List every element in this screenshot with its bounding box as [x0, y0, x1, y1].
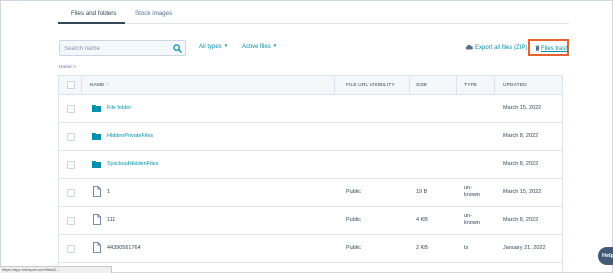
row-checkbox[interactable]: [67, 217, 75, 225]
help-widget-button[interactable]: Help: [598, 247, 613, 265]
all-types-label: All types: [199, 44, 222, 50]
column-divider: [409, 76, 410, 95]
chevron-down-icon: ▼: [223, 43, 229, 48]
export-label: Export all files (ZIP): [475, 45, 528, 51]
column-header-visibility[interactable]: FILE URL VISIBILITY: [346, 83, 395, 88]
column-header-size[interactable]: SIZE: [416, 83, 427, 88]
row-checkbox[interactable]: [67, 105, 75, 113]
active-files-label: Active files: [242, 44, 271, 50]
file-name-link[interactable]: HiddenPrivateFiles: [107, 133, 153, 139]
export-all-files-button[interactable]: Export all files (ZIP): [465, 43, 527, 51]
chevron-down-icon: ▼: [272, 43, 278, 48]
table-header: NAME ↑ FILE URL VISIBILITY SIZE TYPE UPD…: [59, 76, 562, 95]
type-cell: un-known: [464, 213, 480, 226]
type-cell: un-known: [464, 185, 480, 198]
active-files-dropdown[interactable]: Active files ▼: [242, 43, 278, 50]
sort-ascending-icon: ↑: [106, 83, 109, 88]
table-row[interactable]: SyscloudHiddenFiles March 8, 2022: [59, 151, 562, 179]
row-checkbox[interactable]: [67, 161, 75, 169]
type-cell: ts: [464, 245, 469, 251]
column-header-type[interactable]: TYPE: [464, 83, 477, 88]
row-checkbox[interactable]: [67, 245, 75, 253]
table-row[interactable]: 44390561764 Public 2 KB ts January 21, 2…: [59, 235, 562, 263]
file-icon: [93, 186, 101, 197]
browser-status-url: https://app.hubspot.com/files/2...: [0, 266, 112, 273]
updated-cell: March 8, 2022: [503, 161, 539, 167]
size-cell: 4 KB: [416, 217, 428, 223]
table-row[interactable]: File folder March 15, 2022: [59, 95, 562, 123]
row-checkbox[interactable]: [67, 133, 75, 141]
all-types-dropdown[interactable]: All types ▼: [199, 43, 229, 50]
folder-icon: [92, 105, 101, 112]
updated-cell: March 8, 2022: [503, 133, 539, 139]
folder-icon: [92, 161, 101, 168]
updated-cell: March 8, 2022: [503, 217, 539, 223]
column-header-name-label: NAME: [90, 83, 105, 88]
size-cell: 19 B: [416, 189, 428, 195]
column-divider: [494, 76, 495, 95]
files-trash-button[interactable]: Files trash: [535, 44, 569, 52]
updated-cell: March 15, 2022: [503, 189, 542, 195]
file-name-link[interactable]: 1: [107, 189, 110, 195]
column-header-updated[interactable]: UPDATED: [503, 83, 527, 88]
visibility-cell: Public: [346, 217, 361, 223]
file-name-link[interactable]: 111: [107, 217, 115, 223]
tab-files-and-folders[interactable]: Files and folders: [71, 10, 116, 17]
row-checkbox[interactable]: [67, 189, 75, 197]
file-icon: [93, 214, 101, 225]
search-box: [59, 40, 186, 56]
search-icon[interactable]: [173, 44, 182, 53]
column-divider: [456, 76, 457, 95]
file-name-link[interactable]: SyscloudHiddenFiles: [107, 161, 158, 167]
tab-stock-images[interactable]: Stock images: [135, 10, 172, 17]
column-divider: [81, 76, 82, 95]
table-row[interactable]: 1 Public 19 B un-known March 15, 2022: [59, 179, 562, 207]
trash-icon: [535, 45, 540, 51]
visibility-cell: Public: [346, 189, 361, 195]
visibility-cell: Public: [346, 245, 361, 251]
files-trash-label: Files trash: [541, 46, 569, 52]
select-all-checkbox[interactable]: [67, 81, 75, 89]
cloud-download-icon: [465, 44, 473, 50]
file-icon: [93, 242, 101, 253]
breadcrumb: Home >: [59, 65, 76, 70]
files-table: NAME ↑ FILE URL VISIBILITY SIZE TYPE UPD…: [58, 75, 563, 273]
table-row[interactable]: 111 Public 4 KB un-known March 8, 2022: [59, 207, 562, 235]
updated-cell: March 15, 2022: [503, 105, 542, 111]
table-row[interactable]: HiddenPrivateFiles March 8, 2022: [59, 123, 562, 151]
breadcrumb-separator: >: [73, 65, 76, 70]
files-trash-highlight: Files trash: [528, 39, 569, 56]
column-divider: [334, 76, 335, 95]
folder-icon: [92, 133, 101, 140]
column-header-name[interactable]: NAME ↑: [90, 83, 109, 88]
active-tab-indicator: [58, 22, 125, 24]
file-name-link[interactable]: File folder: [107, 105, 131, 111]
updated-cell: January 21, 2022: [503, 245, 546, 251]
breadcrumb-home[interactable]: Home: [59, 65, 72, 70]
file-name-link[interactable]: 44390561764: [107, 245, 141, 251]
search-input[interactable]: [64, 44, 164, 53]
size-cell: 2 KB: [416, 245, 428, 251]
tab-bar: Files and folders Stock images: [58, 2, 569, 24]
